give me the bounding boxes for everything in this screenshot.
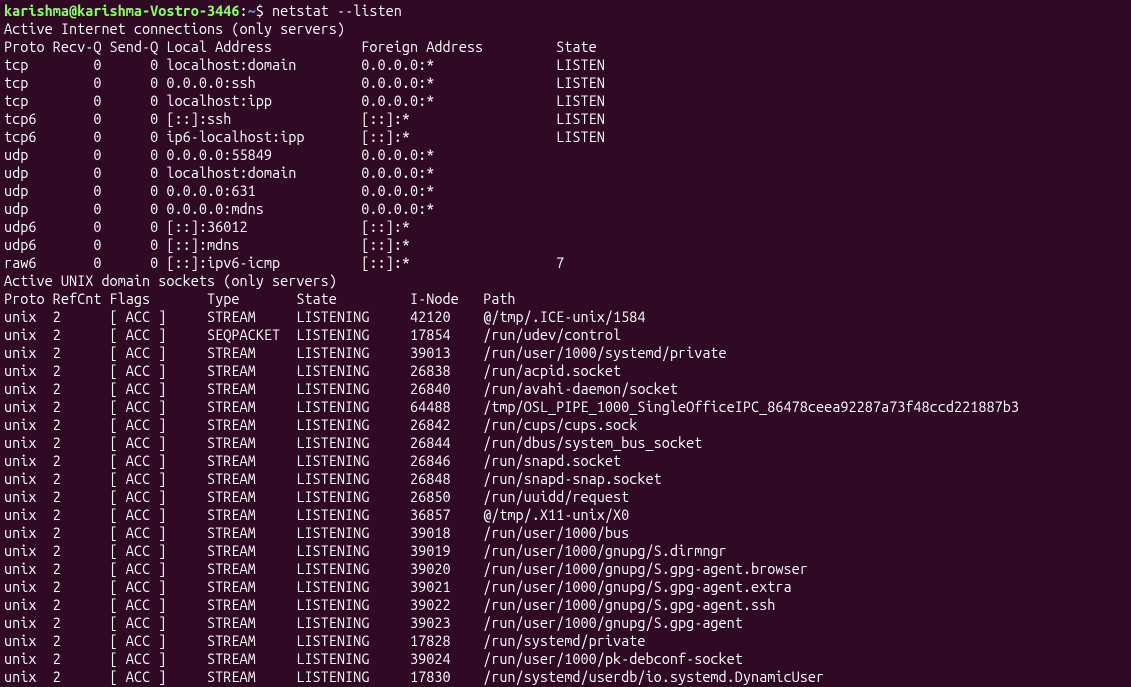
unix-row: unix 2 [ ACC ] STREAM LISTENING 39024 /r… — [4, 650, 1127, 668]
unix-row: unix 2 [ ACC ] STREAM LISTENING 42120 @/… — [4, 308, 1127, 326]
inet-row: udp6 0 0 [::]:mdns [::]:* — [4, 236, 1127, 254]
inet-row: tcp6 0 0 [::]:ssh [::]:* LISTEN — [4, 110, 1127, 128]
unix-row: unix 2 [ ACC ] STREAM LISTENING 39020 /r… — [4, 560, 1127, 578]
unix-row: unix 2 [ ACC ] STREAM LISTENING 26840 /r… — [4, 380, 1127, 398]
unix-row: unix 2 [ ACC ] STREAM LISTENING 39023 /r… — [4, 614, 1127, 632]
prompt-colon: : — [239, 2, 247, 19]
unix-row: unix 2 [ ACC ] STREAM LISTENING 26846 /r… — [4, 452, 1127, 470]
unix-row: unix 2 [ ACC ] STREAM LISTENING 39021 /r… — [4, 578, 1127, 596]
unix-row: unix 2 [ ACC ] STREAM LISTENING 17830 /r… — [4, 668, 1127, 686]
terminal-output[interactable]: karishma@karishma-Vostro-3446:~$ netstat… — [4, 2, 1127, 686]
inet-row: udp 0 0 0.0.0.0:55849 0.0.0.0:* — [4, 146, 1127, 164]
inet-row: tcp6 0 0 ip6-localhost:ipp [::]:* LISTEN — [4, 128, 1127, 146]
unix-row: unix 2 [ ACC ] STREAM LISTENING 39013 /r… — [4, 344, 1127, 362]
unix-row: unix 2 [ ACC ] STREAM LISTENING 39022 /r… — [4, 596, 1127, 614]
inet-row: tcp 0 0 localhost:ipp 0.0.0.0:* LISTEN — [4, 92, 1127, 110]
prompt-dollar: $ — [256, 2, 272, 19]
prompt-path: ~ — [248, 2, 256, 19]
inet-row: udp 0 0 localhost:domain 0.0.0.0:* — [4, 164, 1127, 182]
unix-rows-container: unix 2 [ ACC ] STREAM LISTENING 42120 @/… — [4, 308, 1127, 686]
inet-row: raw6 0 0 [::]:ipv6-icmp [::]:* 7 — [4, 254, 1127, 272]
inet-header: Active Internet connections (only server… — [4, 20, 1127, 38]
inet-row: udp 0 0 0.0.0.0:mdns 0.0.0.0:* — [4, 200, 1127, 218]
unix-row: unix 2 [ ACC ] SEQPACKET LISTENING 17854… — [4, 326, 1127, 344]
unix-row: unix 2 [ ACC ] STREAM LISTENING 26850 /r… — [4, 488, 1127, 506]
unix-row: unix 2 [ ACC ] STREAM LISTENING 64488 /t… — [4, 398, 1127, 416]
inet-row: udp 0 0 0.0.0.0:631 0.0.0.0:* — [4, 182, 1127, 200]
unix-row: unix 2 [ ACC ] STREAM LISTENING 39018 /r… — [4, 524, 1127, 542]
inet-row: tcp 0 0 localhost:domain 0.0.0.0:* LISTE… — [4, 56, 1127, 74]
unix-columns: Proto RefCnt Flags Type State I-Node Pat… — [4, 290, 1127, 308]
unix-row: unix 2 [ ACC ] STREAM LISTENING 26838 /r… — [4, 362, 1127, 380]
unix-row: unix 2 [ ACC ] STREAM LISTENING 26844 /r… — [4, 434, 1127, 452]
unix-row: unix 2 [ ACC ] STREAM LISTENING 36857 @/… — [4, 506, 1127, 524]
prompt-user-host: karishma@karishma-Vostro-3446 — [4, 2, 239, 19]
unix-row: unix 2 [ ACC ] STREAM LISTENING 17828 /r… — [4, 632, 1127, 650]
inet-rows-container: tcp 0 0 localhost:domain 0.0.0.0:* LISTE… — [4, 56, 1127, 272]
unix-header: Active UNIX domain sockets (only servers… — [4, 272, 1127, 290]
prompt-line: karishma@karishma-Vostro-3446:~$ netstat… — [4, 2, 1127, 20]
unix-row: unix 2 [ ACC ] STREAM LISTENING 26842 /r… — [4, 416, 1127, 434]
inet-row: udp6 0 0 [::]:36012 [::]:* — [4, 218, 1127, 236]
inet-row: tcp 0 0 0.0.0.0:ssh 0.0.0.0:* LISTEN — [4, 74, 1127, 92]
command-text: netstat --listen — [272, 2, 402, 19]
unix-row: unix 2 [ ACC ] STREAM LISTENING 39019 /r… — [4, 542, 1127, 560]
unix-row: unix 2 [ ACC ] STREAM LISTENING 26848 /r… — [4, 470, 1127, 488]
inet-columns: Proto Recv-Q Send-Q Local Address Foreig… — [4, 38, 1127, 56]
